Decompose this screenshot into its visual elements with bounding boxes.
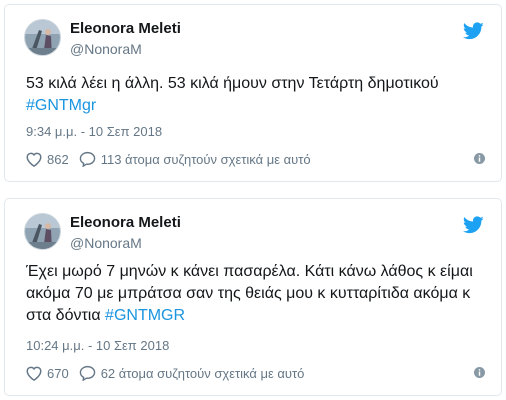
twitter-bird-icon[interactable]	[463, 22, 484, 40]
tweet-timestamp[interactable]: 10:24 μ.μ. - 10 Σεπ 2018	[26, 338, 169, 353]
twitter-bird-icon[interactable]	[463, 216, 484, 234]
info-icon[interactable]	[474, 153, 485, 164]
tweet-text-line: στα δόντια	[26, 307, 106, 324]
author-name[interactable]: Eleonora Meleti	[70, 214, 181, 231]
tweet-card[interactable]: Eleonora Meleti @NonoraM Έχει μωρό 7 μην…	[4, 198, 502, 396]
tweet-text-line: Έχει μωρό 7 μηνών κ κάνει πασαρέλα. Κάτι…	[26, 263, 473, 280]
reply-button[interactable]: 113 άτομα συζητούν σχετικά με αυτό	[79, 151, 311, 167]
tweet-text-line: ακόμα 70 με μπράτσα σαν της θειάς μου κ …	[26, 285, 471, 302]
tweet-text: 53 κιλά λέει η άλλη. 53 κιλά ήμουν στην …	[26, 73, 485, 117]
like-count: 862	[47, 151, 69, 167]
author-name[interactable]: Eleonora Meleti	[70, 20, 181, 37]
avatar[interactable]	[24, 19, 61, 56]
reply-bubble-icon	[79, 365, 95, 381]
info-icon[interactable]	[474, 367, 485, 378]
tweet-timestamp[interactable]: 9:34 μ.μ. - 10 Σεπ 2018	[26, 124, 162, 139]
reply-count-text: 113 άτομα συζητούν σχετικά με αυτό	[100, 151, 311, 167]
heart-icon	[26, 152, 42, 167]
tweet-text: Έχει μωρό 7 μηνών κ κάνει πασαρέλα. Κάτι…	[26, 261, 485, 327]
heart-icon	[26, 366, 42, 381]
avatar[interactable]	[24, 213, 61, 250]
tweet-actions: 862 113 άτομα συζητούν σχετικά με αυτό	[25, 151, 485, 167]
author-handle[interactable]: @NonoraM	[70, 41, 142, 57]
tweet-text-line: 53 κιλά λέει η άλλη. 53 κιλά ήμουν στην …	[26, 75, 439, 92]
tweet-actions: 670 62 άτομα συζητούν σχετικά με αυτό	[25, 365, 485, 381]
like-button[interactable]: 670	[25, 365, 69, 381]
hashtag-link[interactable]: #GNTMgr	[26, 97, 96, 114]
like-button[interactable]: 862	[25, 151, 69, 167]
reply-button[interactable]: 62 άτομα συζητούν σχετικά με αυτό	[79, 365, 305, 381]
reply-bubble-icon	[79, 151, 95, 167]
reply-count-text: 62 άτομα συζητούν σχετικά με αυτό	[100, 365, 305, 381]
like-count: 670	[47, 365, 69, 381]
author-handle[interactable]: @NonoraM	[70, 235, 142, 251]
tweet-card[interactable]: Eleonora Meleti @NonoraM 53 κιλά λέει η …	[4, 4, 502, 182]
hashtag-link[interactable]: #GNTMGR	[105, 307, 185, 324]
